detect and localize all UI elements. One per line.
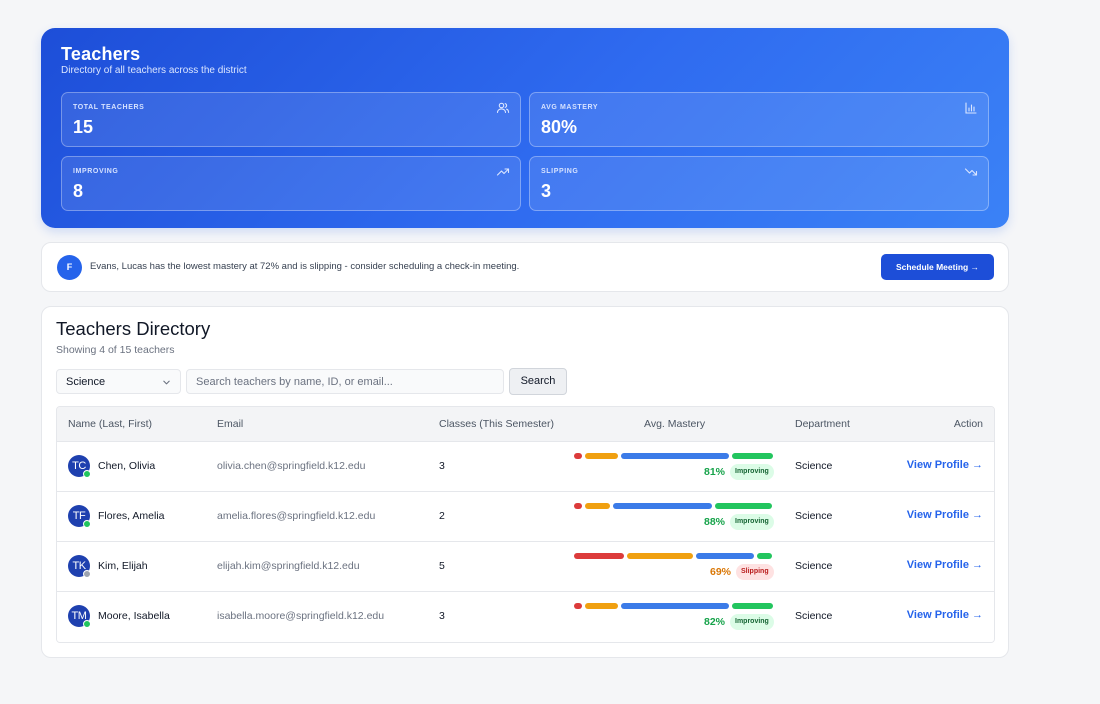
mastery-segment [574, 453, 582, 459]
bar-chart-icon [965, 102, 977, 114]
avatar: TK [68, 555, 91, 578]
classes-count: 5 [439, 560, 445, 572]
stat-card-slipping: SLIPPING 3 [529, 156, 989, 211]
teacher-email: elijah.kim@springfield.k12.edu [217, 560, 360, 572]
status-dot [83, 470, 91, 478]
view-profile-link[interactable]: View Profile → [907, 459, 983, 471]
stat-value: 15 [73, 117, 94, 137]
page-title: Teachers [61, 44, 141, 64]
mastery-distribution-bar [574, 503, 772, 509]
teacher-name: Flores, Amelia [98, 510, 165, 522]
teacher-email: olivia.chen@springfield.k12.edu [217, 460, 366, 472]
stat-value: 8 [73, 181, 84, 201]
insight-alert: F Evans, Lucas has the lowest mastery at… [41, 242, 1009, 292]
stat-label: SLIPPING [541, 168, 579, 175]
stat-value: 3 [541, 181, 552, 201]
directory-subtitle: Showing 4 of 15 teachers [56, 344, 175, 356]
schedule-meeting-button[interactable]: Schedule Meeting → [881, 254, 994, 280]
trend-badge: Slipping [736, 564, 774, 580]
mastery-segment [627, 553, 693, 559]
teachers-directory-card: Teachers Directory Showing 4 of 15 teach… [41, 306, 1009, 658]
column-header-name[interactable]: Name (Last, First) [68, 418, 152, 430]
teacher-name: Moore, Isabella [98, 610, 170, 622]
mastery-segment [732, 603, 773, 609]
classes-count: 3 [439, 610, 445, 622]
mastery-segment [621, 453, 729, 459]
mastery-percent: 81% [703, 466, 725, 478]
classes-count: 2 [439, 510, 445, 522]
mastery-percent: 69% [709, 566, 731, 578]
teacher-email: amelia.flores@springfield.k12.edu [217, 510, 376, 522]
table-row: TK Kim, Elijah elijah.kim@springfield.k1… [57, 542, 994, 592]
avatar: TM [68, 605, 91, 628]
mastery-percent: 82% [703, 616, 725, 628]
mastery-segment [757, 553, 772, 559]
trend-badge: Improving [730, 614, 774, 630]
mastery-segment [574, 553, 624, 559]
column-header-email[interactable]: Email [217, 418, 243, 430]
table-row: TC Chen, Olivia olivia.chen@springfield.… [57, 442, 994, 492]
mastery-percent: 88% [703, 516, 725, 528]
department: Science [795, 510, 833, 522]
mastery-segment [715, 503, 772, 509]
mastery-segment [696, 553, 754, 559]
mastery-segment [574, 503, 582, 509]
department-select[interactable]: Science [56, 369, 181, 394]
mastery-segment [613, 503, 712, 509]
stat-label: IMPROVING [73, 168, 119, 175]
teacher-name: Chen, Olivia [98, 460, 156, 472]
avatar: TF [68, 505, 91, 528]
avatar: TC [68, 455, 91, 478]
mastery-segment [574, 603, 582, 609]
column-header-classes[interactable]: Classes (This Semester) [439, 418, 554, 430]
search-input[interactable] [186, 369, 504, 394]
trending-up-icon [496, 168, 510, 176]
view-profile-link[interactable]: View Profile → [907, 609, 983, 621]
stat-card-avg-mastery: AVG MASTERY 80% [529, 92, 989, 147]
stat-card-improving: IMPROVING 8 [61, 156, 521, 211]
department: Science [795, 560, 833, 572]
table-row: TF Flores, Amelia amelia.flores@springfi… [57, 492, 994, 542]
trend-badge: Improving [730, 464, 774, 480]
trending-down-icon [964, 168, 978, 176]
status-dot [83, 620, 91, 628]
mastery-distribution-bar [574, 603, 773, 609]
directory-title: Teachers Directory [56, 318, 211, 339]
users-icon [496, 102, 510, 114]
page-subtitle: Directory of all teachers across the dis… [61, 65, 247, 76]
teacher-name: Kim, Elijah [98, 560, 148, 572]
alert-avatar: F [57, 255, 82, 280]
search-button[interactable]: Search [509, 368, 567, 395]
department: Science [795, 460, 833, 472]
mastery-segment [732, 453, 773, 459]
stat-value: 80% [541, 117, 578, 137]
department: Science [795, 610, 833, 622]
alert-message: Evans, Lucas has the lowest mastery at 7… [90, 261, 520, 272]
mastery-segment [585, 453, 618, 459]
mastery-distribution-bar [574, 553, 772, 559]
chevron-down-icon [163, 380, 170, 385]
trend-badge: Improving [730, 514, 774, 530]
teachers-hero: Teachers Directory of all teachers acros… [41, 28, 1009, 228]
status-dot [83, 570, 91, 578]
teachers-table: Name (Last, First) Email Classes (This S… [56, 406, 995, 643]
mastery-segment [585, 503, 610, 509]
teacher-email: isabella.moore@springfield.k12.edu [217, 610, 385, 622]
classes-count: 3 [439, 460, 445, 472]
column-header-mastery[interactable]: Avg. Mastery [644, 418, 705, 430]
stat-label: AVG MASTERY [541, 104, 599, 111]
table-header: Name (Last, First) Email Classes (This S… [57, 407, 994, 442]
mastery-segment [585, 603, 618, 609]
column-header-department[interactable]: Department [795, 418, 850, 430]
mastery-segment [621, 603, 729, 609]
stat-label: TOTAL TEACHERS [73, 104, 145, 111]
mastery-distribution-bar [574, 453, 773, 459]
table-row: TM Moore, Isabella isabella.moore@spring… [57, 592, 994, 642]
view-profile-link[interactable]: View Profile → [907, 559, 983, 571]
department-select-value: Science [66, 376, 106, 388]
stat-card-total-teachers: TOTAL TEACHERS 15 [61, 92, 521, 147]
status-dot [83, 520, 91, 528]
view-profile-link[interactable]: View Profile → [907, 509, 983, 521]
column-header-action: Action [953, 418, 983, 430]
